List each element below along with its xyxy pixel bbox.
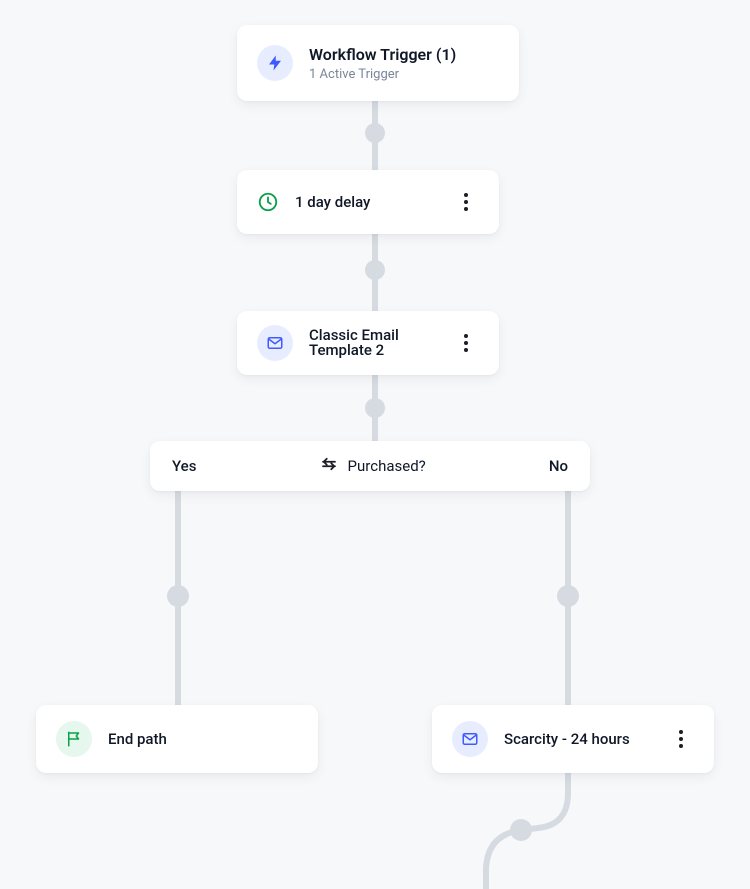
split-icon bbox=[320, 455, 338, 477]
delay-label: 1 day delay bbox=[295, 195, 453, 210]
delay-node[interactable]: 1 day delay bbox=[237, 170, 499, 234]
email-node-2[interactable]: Scarcity - 24 hours bbox=[432, 705, 714, 773]
clock-icon bbox=[257, 191, 279, 213]
condition-yes-label: Yes bbox=[172, 457, 196, 475]
email2-label: Scarcity - 24 hours bbox=[504, 732, 668, 747]
workflow-trigger-node[interactable]: Workflow Trigger (1) 1 Active Trigger bbox=[237, 25, 519, 101]
end-path-node[interactable]: End path bbox=[36, 705, 318, 773]
more-icon[interactable] bbox=[453, 189, 479, 215]
condition-node[interactable]: Yes Purchased? No bbox=[150, 441, 590, 491]
end-path-label: End path bbox=[108, 732, 298, 747]
more-icon[interactable] bbox=[453, 330, 479, 356]
bolt-icon bbox=[257, 45, 293, 81]
more-icon[interactable] bbox=[668, 726, 694, 752]
mail-icon bbox=[452, 721, 488, 757]
condition-no-label: No bbox=[549, 457, 568, 475]
flag-icon bbox=[56, 721, 92, 757]
workflow-canvas: Workflow Trigger (1) 1 Active Trigger 1 … bbox=[0, 0, 750, 889]
trigger-title: Workflow Trigger (1) bbox=[309, 44, 499, 66]
trigger-subtitle: 1 Active Trigger bbox=[309, 67, 499, 82]
mail-icon bbox=[257, 325, 293, 361]
condition-question: Purchased? bbox=[348, 457, 426, 475]
email1-label: Classic Email Template 2 bbox=[309, 328, 453, 358]
email-node-1[interactable]: Classic Email Template 2 bbox=[237, 311, 499, 375]
